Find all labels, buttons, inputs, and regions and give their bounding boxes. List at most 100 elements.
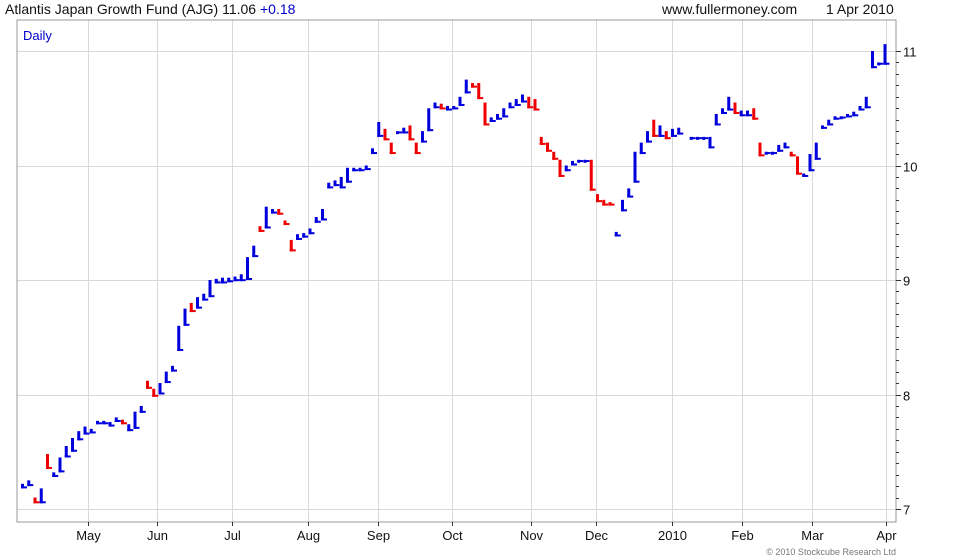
close-tick <box>171 369 177 372</box>
close-tick <box>808 169 815 172</box>
close-tick <box>671 134 677 137</box>
close-tick <box>139 410 146 413</box>
close-tick <box>21 486 27 489</box>
close-tick <box>721 111 727 114</box>
price-bar <box>652 119 656 137</box>
close-tick <box>121 422 127 425</box>
close-tick <box>739 114 746 117</box>
close-tick <box>502 115 509 118</box>
price-bar <box>883 44 887 65</box>
close-tick <box>621 209 627 212</box>
price-bar <box>808 154 812 172</box>
close-tick <box>77 438 84 441</box>
close-tick <box>608 203 615 206</box>
close-tick <box>521 100 527 103</box>
x-tick-label: 2010 <box>658 528 687 543</box>
price-bar <box>377 121 381 137</box>
price-bar <box>177 325 181 351</box>
close-tick <box>264 226 271 229</box>
price-bar <box>483 102 487 126</box>
close-tick <box>796 172 802 175</box>
close-tick <box>296 237 302 240</box>
close-tick <box>714 123 721 126</box>
close-tick <box>164 381 171 384</box>
close-tick <box>327 186 334 189</box>
y-tick-label: 11 <box>903 45 917 60</box>
close-tick <box>333 184 340 187</box>
close-tick <box>446 108 452 111</box>
close-tick <box>183 323 190 326</box>
y-tick-label: 10 <box>903 160 917 175</box>
close-tick <box>358 169 365 172</box>
close-tick <box>421 140 427 143</box>
close-tick <box>646 140 652 143</box>
close-tick <box>614 234 621 237</box>
close-tick <box>627 195 634 198</box>
close-tick <box>777 149 784 152</box>
close-tick <box>877 62 884 65</box>
price-bar <box>758 142 762 157</box>
close-tick <box>764 152 771 155</box>
x-tick-label: Aug <box>297 528 320 543</box>
close-tick <box>833 117 840 120</box>
x-tick-label: Jun <box>147 528 168 543</box>
price-bar <box>133 411 137 429</box>
close-tick <box>214 281 221 284</box>
close-tick <box>46 466 52 469</box>
close-tick <box>708 146 715 149</box>
copyright-notice: © 2010 Stockcube Research Ltd <box>766 547 896 557</box>
close-tick <box>783 146 790 149</box>
price-bar <box>208 280 212 298</box>
close-tick <box>658 134 665 137</box>
close-tick <box>252 255 259 258</box>
close-tick <box>314 220 321 223</box>
close-tick <box>752 117 759 120</box>
y-tick-label: 8 <box>903 389 910 404</box>
close-tick <box>527 106 534 109</box>
price-bar <box>477 83 481 100</box>
close-tick <box>602 203 609 206</box>
close-tick <box>152 394 159 397</box>
close-tick <box>821 126 827 129</box>
close-tick <box>71 449 77 452</box>
close-tick <box>346 180 352 183</box>
price-bar <box>246 257 249 280</box>
close-tick <box>827 123 834 126</box>
close-tick <box>427 129 434 132</box>
close-tick <box>727 108 734 111</box>
price-bar <box>39 488 43 504</box>
close-tick <box>202 298 209 301</box>
close-tick <box>839 116 846 119</box>
close-tick <box>133 426 140 429</box>
close-tick <box>458 103 465 106</box>
price-bar <box>408 125 412 141</box>
chart-grid <box>17 20 896 522</box>
close-tick <box>814 157 821 160</box>
close-tick <box>177 348 184 351</box>
close-tick <box>352 169 359 172</box>
close-tick <box>302 235 309 238</box>
close-tick <box>633 180 640 183</box>
price-change: +0.18 <box>259 1 296 17</box>
close-tick <box>577 160 584 163</box>
close-tick <box>208 295 215 298</box>
close-tick <box>871 66 877 69</box>
close-tick <box>883 62 890 65</box>
close-tick <box>96 422 102 425</box>
x-tick-label: Apr <box>876 528 897 543</box>
price-chart: 7 8 9 10 11 May Jun Jul Aug Sep Oct Nov Dec 2010 Feb Ma… <box>16 19 917 543</box>
close-tick <box>277 212 284 215</box>
close-tick <box>733 111 740 114</box>
close-tick <box>239 279 246 282</box>
close-tick <box>564 169 571 172</box>
close-tick <box>702 137 709 140</box>
close-tick <box>377 134 384 137</box>
site-url[interactable]: www.fullermoney.com <box>662 1 797 17</box>
price-bar <box>727 96 731 111</box>
close-tick <box>221 281 227 284</box>
close-tick <box>289 249 296 252</box>
close-tick <box>514 103 521 106</box>
close-tick <box>489 119 496 122</box>
close-tick <box>539 142 546 145</box>
y-tick-label: 9 <box>903 274 910 289</box>
